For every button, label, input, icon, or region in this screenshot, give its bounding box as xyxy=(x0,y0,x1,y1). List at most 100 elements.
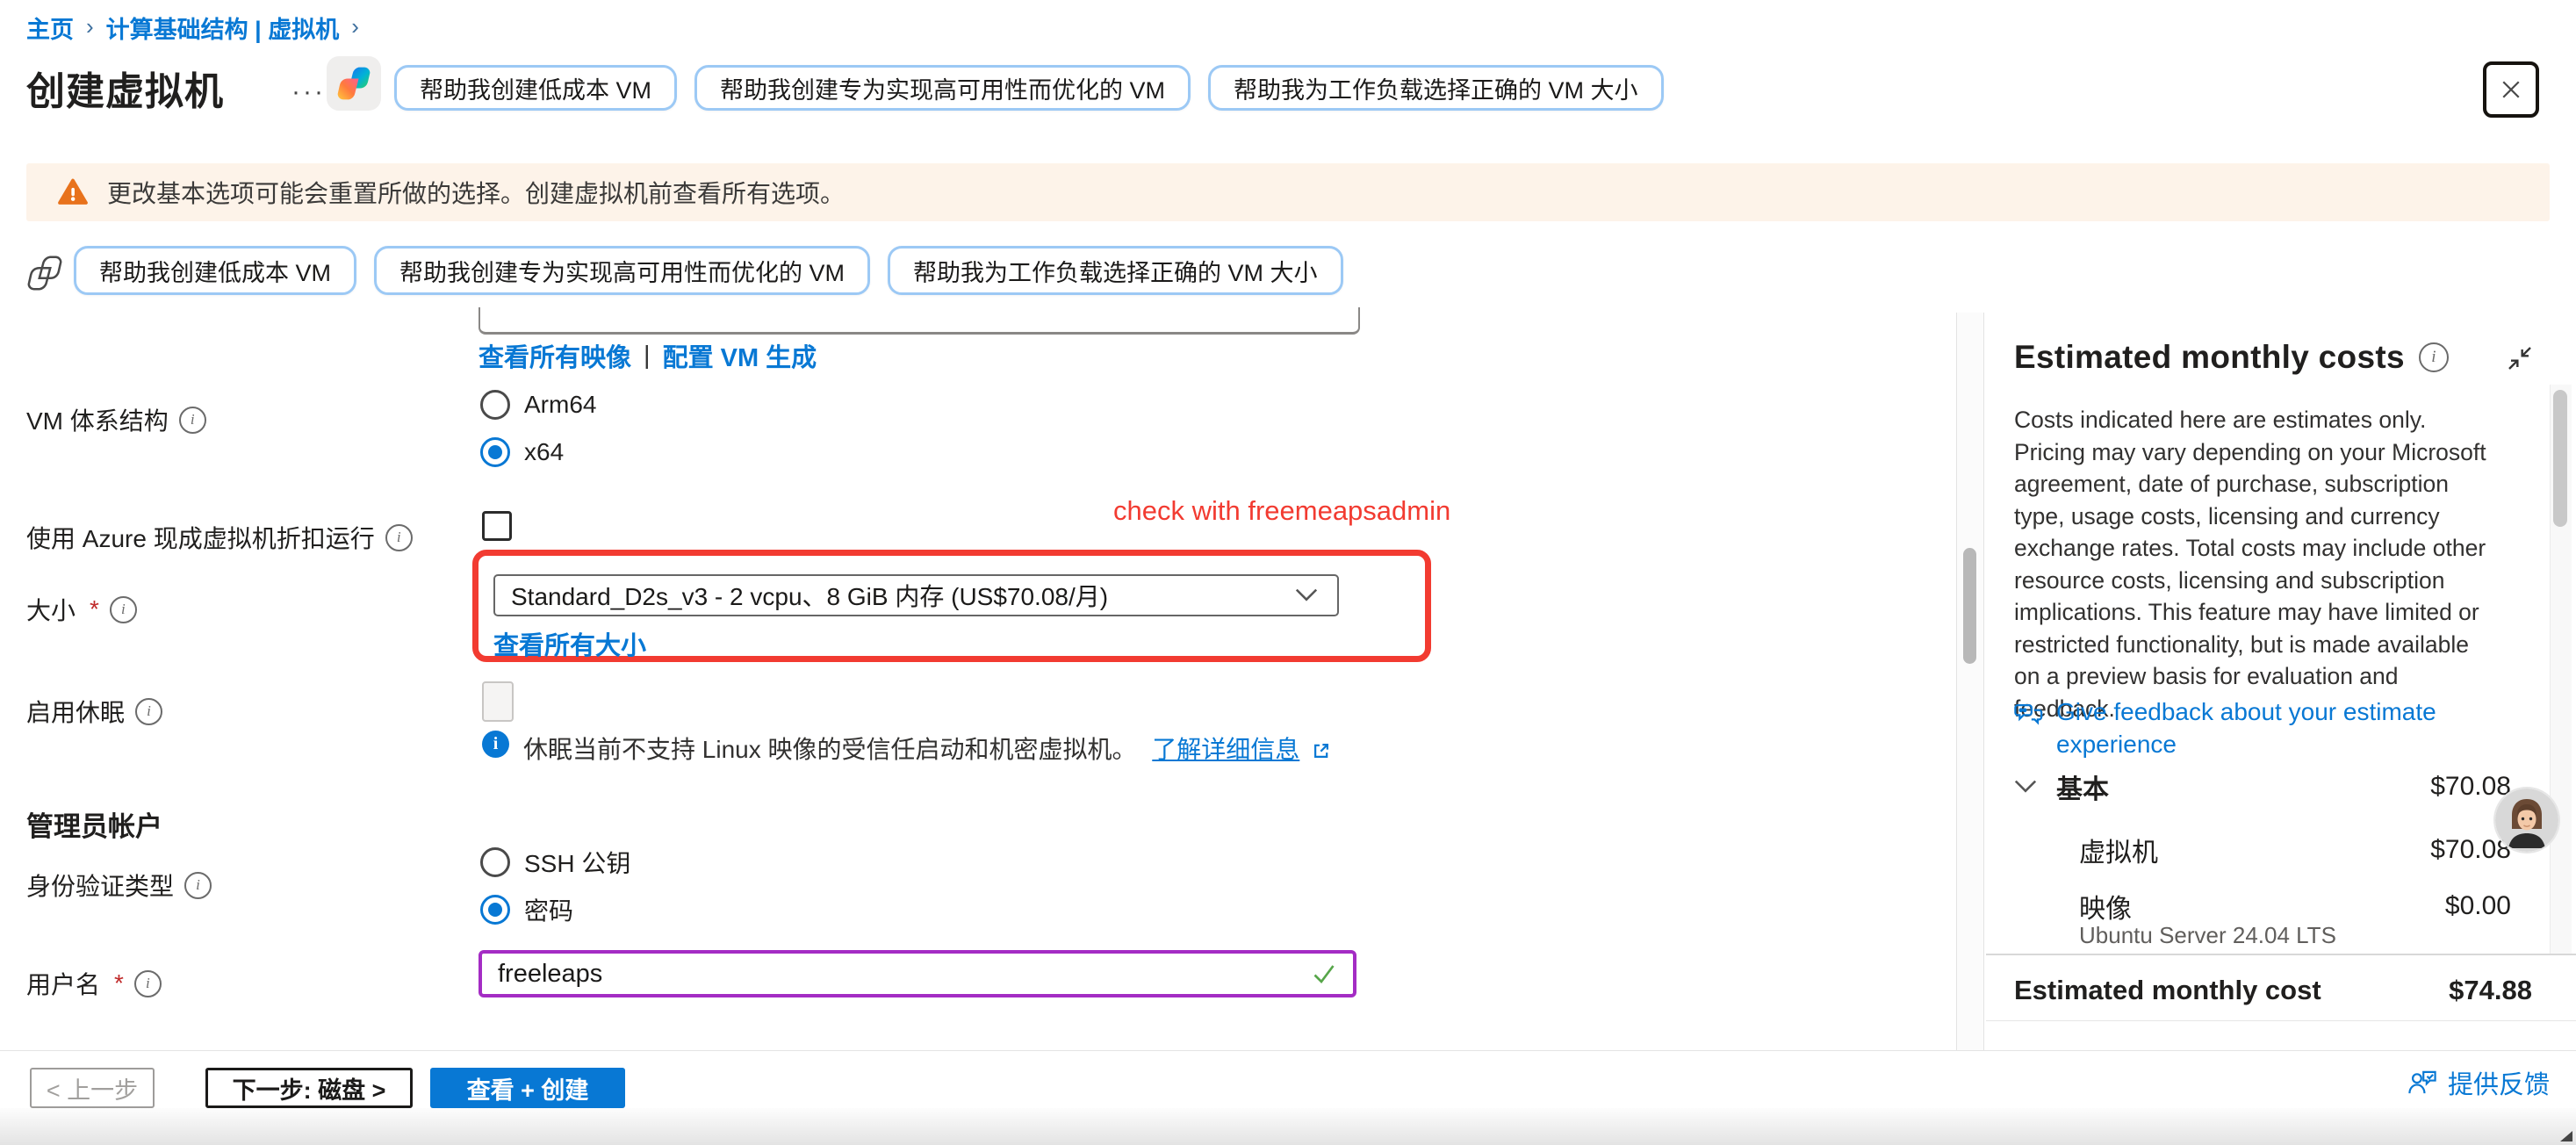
cost-item-row: 映像 $0.00 xyxy=(2079,887,2511,925)
feedback-person-icon xyxy=(2407,1069,2437,1096)
vm-architecture-label-text: VM 体系结构 xyxy=(26,402,169,437)
panel-divider xyxy=(1986,1020,2576,1021)
review-create-button[interactable]: 查看 + 创建 xyxy=(430,1068,625,1108)
avatar-image xyxy=(2495,789,2558,852)
radio-arm64-label: Arm64 xyxy=(524,391,596,419)
close-button[interactable] xyxy=(2483,61,2539,118)
breadcrumb-separator-icon: › xyxy=(86,13,94,40)
username-label: 用户名 * i xyxy=(26,966,162,1001)
hibernate-note-body: 休眠当前不支持 Linux 映像的受信任启动和机密虚拟机。 xyxy=(523,736,1137,763)
feedback-bubbles-icon xyxy=(2014,699,2044,729)
breadcrumb-home[interactable]: 主页 xyxy=(26,11,74,45)
cost-total-row: Estimated monthly cost $74.88 xyxy=(2014,975,2532,1006)
copilot-logo[interactable] xyxy=(327,56,381,111)
page-title: 创建虚拟机 xyxy=(26,60,224,116)
required-asterisk: * xyxy=(114,969,124,997)
suggestion-high-availability-vm-button[interactable]: 帮助我创建专为实现高可用性而优化的 VM xyxy=(374,246,870,295)
suggestion-high-availability-vm-button[interactable]: 帮助我创建专为实现高可用性而优化的 VM xyxy=(694,65,1191,111)
estimate-feedback-label: Give feedback about your estimate experi… xyxy=(2056,695,2471,760)
learn-more-link[interactable]: 了解详细信息 xyxy=(1152,736,1299,763)
chevron-down-icon xyxy=(2014,780,2037,794)
warning-banner: 更改基本选项可能会重置所做的选择。创建虚拟机前查看所有选项。 xyxy=(26,163,2550,221)
info-icon[interactable]: i xyxy=(2419,342,2449,372)
info-icon[interactable]: i xyxy=(184,872,212,899)
suggestion-right-vm-size-button[interactable]: 帮助我为工作负载选择正确的 VM 大小 xyxy=(888,246,1343,295)
username-value: freeleaps xyxy=(498,960,602,989)
cost-item-value: $0.00 xyxy=(2445,891,2511,921)
external-link-icon xyxy=(1312,741,1331,760)
image-links: 查看所有映像 | 配置 VM 生成 xyxy=(479,337,817,374)
radio-password-label: 密码 xyxy=(524,892,573,927)
copilot-outline-icon xyxy=(25,253,65,293)
next-disks-button[interactable]: 下一步: 磁盘 > xyxy=(205,1068,413,1108)
close-icon xyxy=(2498,76,2524,103)
breadcrumb-separator-icon: › xyxy=(351,13,359,40)
cost-item-value: $70.08 xyxy=(2430,835,2511,865)
hibernate-checkbox-disabled xyxy=(482,681,514,722)
warning-icon xyxy=(56,176,90,208)
image-select-partial[interactable] xyxy=(479,307,1360,335)
spot-discount-checkbox[interactable] xyxy=(482,511,512,541)
radio-password[interactable]: 密码 xyxy=(480,892,573,927)
see-all-sizes-link[interactable]: 查看所有大小 xyxy=(493,625,646,662)
username-input[interactable]: freeleaps xyxy=(479,950,1356,997)
main-scrollbar-track[interactable] xyxy=(1956,313,1984,1050)
cost-item-label: 映像 xyxy=(2079,887,2132,925)
info-icon[interactable]: i xyxy=(179,407,206,434)
info-icon[interactable]: i xyxy=(135,698,162,725)
cost-group-value: $70.08 xyxy=(2430,772,2511,802)
configure-vm-generation-link[interactable]: 配置 VM 生成 xyxy=(663,337,817,374)
panel-scrollbar-thumb[interactable] xyxy=(2553,390,2567,527)
page-feedback-label: 提供反馈 xyxy=(2448,1064,2550,1101)
chevron-down-icon xyxy=(1295,588,1318,602)
cost-group-row[interactable]: 基本 $70.08 xyxy=(2014,767,2511,806)
copilot-suggestions-inline: 帮助我创建低成本 VM 帮助我创建专为实现高可用性而优化的 VM 帮助我为工作负… xyxy=(74,246,1343,295)
link-separator: | xyxy=(644,342,651,371)
copilot-suggestions-top: 帮助我创建低成本 VM 帮助我创建专为实现高可用性而优化的 VM 帮助我为工作负… xyxy=(394,65,1664,111)
collapse-panel-icon[interactable] xyxy=(2506,344,2534,372)
radio-circle-icon xyxy=(480,437,510,467)
required-asterisk: * xyxy=(90,595,99,623)
suggestion-low-cost-vm-button[interactable]: 帮助我创建低成本 VM xyxy=(394,65,677,111)
panel-divider xyxy=(1986,954,2576,955)
hibernate-label-text: 启用休眠 xyxy=(26,694,125,729)
info-filled-icon: i xyxy=(482,731,509,758)
vm-architecture-label: VM 体系结构 i xyxy=(26,402,206,437)
cost-item-subtext: Ubuntu Server 24.04 LTS xyxy=(2079,922,2336,949)
breadcrumb: 主页 › 计算基础结构 | 虚拟机 › xyxy=(26,11,359,45)
radio-circle-icon xyxy=(480,895,510,925)
main-scrollbar-thumb[interactable] xyxy=(1963,548,1976,664)
radio-ssh-key[interactable]: SSH 公钥 xyxy=(480,845,630,880)
cost-panel-header: Estimated monthly costs i xyxy=(2014,339,2449,376)
info-icon[interactable]: i xyxy=(134,970,162,997)
more-options-icon[interactable]: ··· xyxy=(291,77,326,107)
info-icon[interactable]: i xyxy=(110,596,137,623)
cost-panel-description: Costs indicated here are estimates only.… xyxy=(2014,404,2499,724)
avatar[interactable] xyxy=(2495,789,2558,852)
hibernate-note: i 休眠当前不支持 Linux 映像的受信任启动和机密虚拟机。 了解详细信息 xyxy=(482,731,1711,766)
create-vm-page: 主页 › 计算基础结构 | 虚拟机 › 创建虚拟机 ··· 帮助我创建低成本 V… xyxy=(0,0,2576,1145)
radio-x64[interactable]: x64 xyxy=(480,437,564,467)
breadcrumb-compute-infra[interactable]: 计算基础结构 | 虚拟机 xyxy=(106,11,340,45)
info-icon[interactable]: i xyxy=(385,524,413,551)
size-select-value: Standard_D2s_v3 - 2 vcpu、8 GiB 内存 (US$70… xyxy=(511,578,1108,613)
radio-circle-icon xyxy=(480,847,510,877)
hibernate-label: 启用休眠 i xyxy=(26,694,162,729)
estimate-feedback-link[interactable]: Give feedback about your estimate experi… xyxy=(2014,695,2471,760)
valid-check-icon xyxy=(1311,961,1337,987)
annotation-text: check with freemeapsadmin xyxy=(1113,495,1450,527)
suggestion-right-vm-size-button[interactable]: 帮助我为工作负载选择正确的 VM 大小 xyxy=(1208,65,1664,111)
page-feedback-link[interactable]: 提供反馈 xyxy=(2407,1064,2550,1101)
auth-type-label: 身份验证类型 i xyxy=(26,868,212,903)
size-select[interactable]: Standard_D2s_v3 - 2 vcpu、8 GiB 内存 (US$70… xyxy=(493,574,1339,616)
auth-type-label-text: 身份验证类型 xyxy=(26,868,174,903)
cost-total-value: $74.88 xyxy=(2449,975,2532,1006)
spot-discount-label: 使用 Azure 现成虚拟机折扣运行 i xyxy=(26,520,413,555)
suggestion-low-cost-vm-button[interactable]: 帮助我创建低成本 VM xyxy=(74,246,356,295)
radio-arm64[interactable]: Arm64 xyxy=(480,390,596,420)
previous-button[interactable]: < 上一步 xyxy=(30,1068,155,1108)
cost-item-label: 虚拟机 xyxy=(2079,831,2158,869)
size-label-text: 大小 xyxy=(26,592,76,627)
bottom-band xyxy=(0,1108,2576,1145)
see-all-images-link[interactable]: 查看所有映像 xyxy=(479,337,631,374)
